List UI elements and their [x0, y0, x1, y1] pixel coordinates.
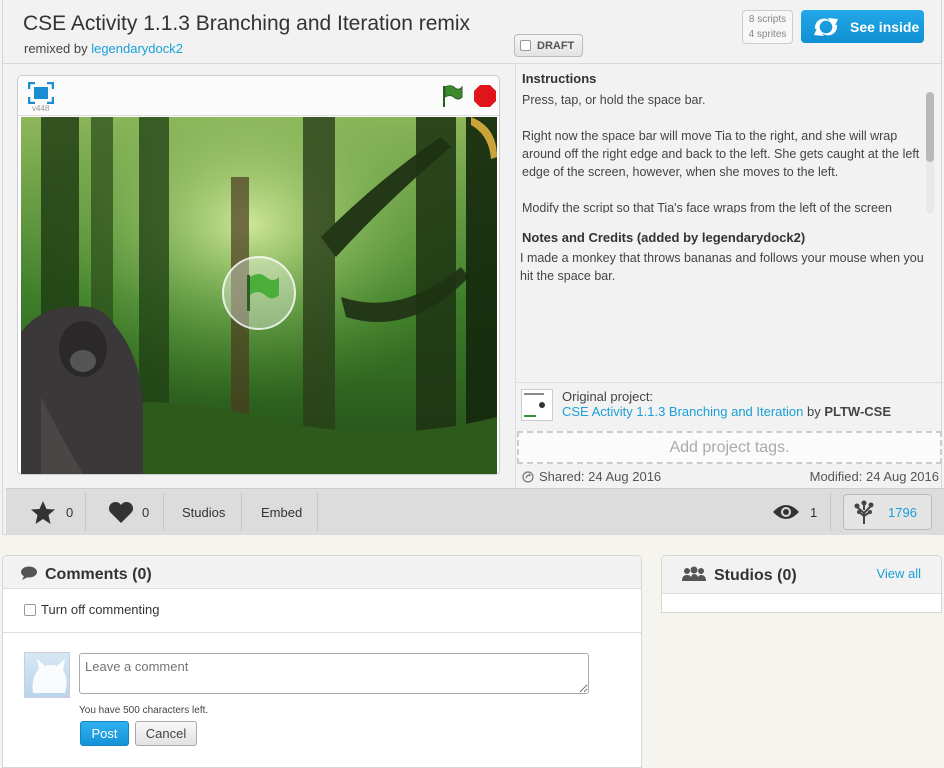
cancel-button[interactable]: Cancel: [135, 721, 197, 746]
comment-input[interactable]: [79, 653, 589, 694]
green-flag-overlay[interactable]: [222, 256, 296, 330]
view-all-link[interactable]: View all: [876, 566, 921, 581]
studios-title: Studios (0): [714, 567, 797, 584]
turn-off-commenting[interactable]: Turn off commenting: [24, 602, 160, 617]
project-title[interactable]: CSE Activity 1.1.3 Branching and Iterati…: [23, 12, 470, 36]
embed-button[interactable]: Embed: [261, 489, 302, 535]
eye-icon: [773, 505, 799, 519]
instructions-paragraph: Press, tap, or hold the space bar.: [522, 93, 706, 107]
studios-panel: Studios (0) View all: [661, 555, 942, 613]
original-project-label: Original project:: [562, 389, 654, 404]
avatar: [24, 652, 70, 698]
see-inside-button[interactable]: See inside: [801, 10, 924, 43]
original-project-thumbnail[interactable]: [521, 389, 553, 421]
project-stats: 8 scripts 4 sprites: [742, 10, 793, 44]
scrollbar-thumb[interactable]: [926, 92, 934, 162]
draft-toggle[interactable]: DRAFT: [514, 34, 583, 57]
scripts-count: 8 scripts: [748, 14, 787, 25]
remix-tree-button[interactable]: 1796: [843, 494, 932, 530]
people-icon: [682, 566, 706, 581]
divider: [85, 493, 86, 531]
divider: [3, 632, 641, 633]
original-by: by: [806, 404, 821, 419]
instructions-scrollbar[interactable]: [926, 92, 934, 214]
studios-header: Studios (0) View all: [662, 556, 941, 594]
views: 1: [772, 489, 817, 535]
remix-tree-icon: [854, 500, 874, 524]
divider: [163, 493, 164, 531]
see-inside-label: See inside: [850, 18, 920, 35]
shared-date-text: Shared: 24 Aug 2016: [539, 469, 662, 484]
modified-date: Modified: 24 Aug 2016: [809, 469, 939, 484]
view-count: 1: [810, 504, 818, 520]
original-project-link[interactable]: CSE Activity 1.1.3 Branching and Iterati…: [562, 404, 803, 419]
remixed-by: remixed by legendarydock2: [24, 41, 183, 56]
star-icon: [31, 500, 55, 524]
turn-off-checkbox[interactable]: [24, 603, 36, 616]
speech-bubble-icon: [21, 566, 37, 580]
notes-text[interactable]: I made a monkey that throws bananas and …: [520, 249, 934, 285]
divider: [317, 493, 318, 531]
comments-title: Comments (0): [45, 566, 152, 583]
love-button[interactable]: 0: [108, 489, 149, 535]
heart-icon: [108, 501, 134, 523]
original-project-line: CSE Activity 1.1.3 Branching and Iterati…: [562, 404, 891, 419]
project-action-bar: 0 0 Studios Embed 1 1796: [6, 488, 944, 535]
characters-left: You have 500 characters left.: [79, 705, 209, 716]
original-author[interactable]: PLTW-CSE: [824, 404, 891, 419]
favorite-count: 0: [66, 504, 74, 520]
share-icon: [522, 470, 534, 483]
instructions-heading: Instructions: [522, 71, 597, 86]
player-controls: v448: [18, 76, 499, 116]
turn-off-label: Turn off commenting: [41, 602, 160, 617]
studios-button[interactable]: Studios: [182, 489, 225, 535]
comments-header: Comments (0): [3, 556, 641, 589]
draft-checkbox[interactable]: [520, 40, 531, 51]
draft-label: DRAFT: [537, 39, 575, 52]
project-player: v448: [17, 75, 500, 475]
divider: [830, 493, 831, 531]
remix-arrows-icon: [814, 17, 838, 36]
green-flag-icon[interactable]: [441, 84, 463, 108]
instructions-paragraph: Modify the script so that Tia's face wra…: [522, 201, 892, 213]
instructions-paragraph: Right now the space bar will move Tia to…: [522, 129, 920, 179]
player-version: v448: [32, 104, 50, 113]
project-tags-input[interactable]: Add project tags.: [517, 431, 942, 464]
project-box: CSE Activity 1.1.3 Branching and Iterati…: [2, 0, 944, 535]
project-header: CSE Activity 1.1.3 Branching and Iterati…: [3, 0, 941, 64]
remixed-by-label: remixed by: [24, 41, 88, 56]
project-stage[interactable]: [21, 117, 497, 474]
divider: [241, 493, 242, 531]
fullscreen-icon[interactable]: [28, 82, 54, 104]
notes-heading: Notes and Credits (added by legendarydoc…: [522, 230, 806, 245]
project-dates: Shared: 24 Aug 2016 Modified: 24 Aug 201…: [515, 466, 943, 488]
love-count: 0: [142, 504, 150, 520]
post-button[interactable]: Post: [80, 721, 129, 746]
comments-panel: Comments (0) Turn off commenting You hav…: [2, 555, 642, 768]
instructions-text[interactable]: Press, tap, or hold the space bar. Right…: [522, 91, 920, 213]
sprites-count: 4 sprites: [748, 29, 787, 40]
shared-date: Shared: 24 Aug 2016: [522, 469, 661, 484]
stop-icon[interactable]: [473, 84, 497, 108]
forest-backdrop: [21, 117, 497, 474]
favorite-button[interactable]: 0: [30, 489, 73, 535]
remixer-link[interactable]: legendarydock2: [91, 41, 183, 56]
remix-count: 1796: [888, 504, 917, 520]
original-project: Original project: CSE Activity 1.1.3 Bra…: [515, 382, 943, 430]
